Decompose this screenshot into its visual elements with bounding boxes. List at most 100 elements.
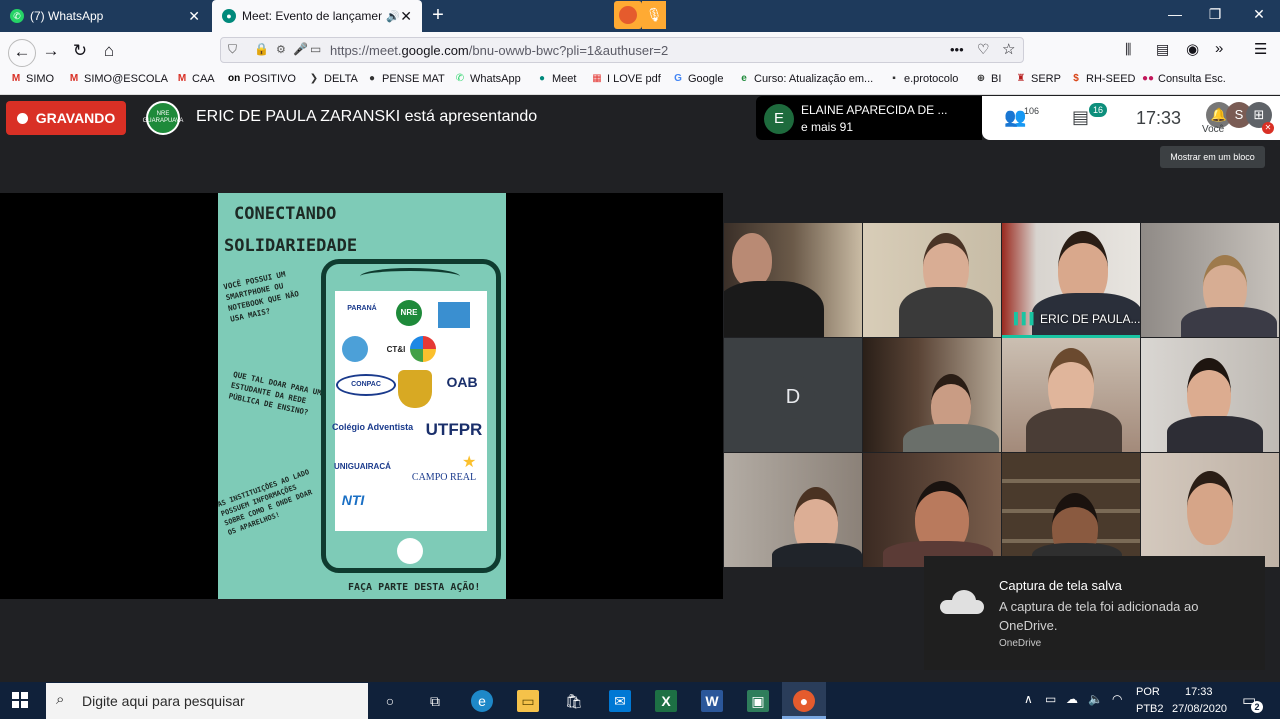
bookmark-item[interactable]: $ RH-SEED [1070,73,1135,85]
home-button[interactable]: ⌂ [98,40,120,62]
logo-utfpr: UTFPR [425,420,483,439]
toast-source: OneDrive [999,638,1042,649]
lock-icon[interactable]: 🔒 [254,42,269,56]
mic-muted-icon: ✕ [1262,122,1274,134]
participant-body [724,281,824,337]
reload-button[interactable]: ↻ [69,40,91,62]
bookmark-item[interactable]: ❯ DELTA [308,73,358,85]
tooltip: Mostrar em um bloco [1160,146,1265,168]
bookmark-item[interactable]: ●● Consulta Esc. [1142,73,1226,85]
tab-whatsapp[interactable]: ✆ (7) WhatsApp ✕ [0,0,210,32]
taskbar-date[interactable]: 27/08/2020 [1172,703,1227,715]
bookmark-star-icon[interactable]: ☆ [1002,40,1015,58]
logo-uniguairaca: UNIGUAIRACÁ [334,462,391,471]
bookmark-item[interactable]: ♜ SERP [1015,73,1061,85]
logo-colegio-adventista: Colégio Adventista [332,422,414,432]
bookmark-item[interactable]: e Curso: Atualização em... [738,73,873,85]
globe-icon: ⊕ [976,73,986,84]
mail-icon[interactable]: ✉ [609,690,631,712]
participant-tile[interactable] [863,223,1001,337]
participant-tile[interactable] [1002,453,1140,567]
app-icon[interactable]: ▣ [747,690,769,712]
close-tab-icon[interactable]: ✕ [188,8,200,25]
new-tab-button[interactable]: + [428,4,448,27]
participant-tile[interactable] [863,338,1001,452]
windows-start-icon[interactable] [12,692,28,708]
forward-button[interactable]: → [40,40,62,62]
excel-icon[interactable]: X [655,690,677,712]
library-icon[interactable]: ⫼ [1125,41,1131,58]
store-icon[interactable]: 🛍 [563,690,585,712]
overflow-icon[interactable]: » [1215,40,1223,57]
input-layout[interactable]: PTB2 [1136,703,1164,715]
account-icon[interactable]: ◉ [1186,40,1199,58]
participant-tile[interactable] [1002,338,1140,452]
microphone-permission-icon[interactable]: 🎤 [293,42,308,56]
bookmark-item[interactable]: M CAA [176,73,215,85]
permissions-icon[interactable]: ⚙ [276,43,286,56]
active-speaker-indicator [1002,335,1140,338]
page-actions-icon[interactable]: ••• [950,42,964,57]
logo-nti: NTI [341,492,365,508]
back-button[interactable]: ← [8,39,36,67]
toast-message: A captura de tela foi adicionada ao OneD… [999,599,1199,633]
bookmark-item[interactable]: ▦ I LOVE pdf [591,73,661,85]
pocket-icon[interactable]: ♡ [977,41,990,58]
file-explorer-icon[interactable]: ▭ [517,690,539,712]
speaker-icon[interactable]: 🔊 [386,10,400,23]
input-language[interactable]: POR [1136,686,1160,698]
bookmark-item[interactable]: ● PENSE MAT [366,73,445,85]
bookmark-item[interactable]: ● Meet [536,73,577,85]
notification-badge: 2 [1251,701,1263,713]
participant-tile[interactable] [724,453,862,567]
onedrive-tray-icon[interactable]: ☁ [1066,692,1078,706]
nre-logo-text: NRE GUARAPUAVA [142,111,184,124]
participant-tile[interactable] [1141,338,1279,452]
restore-window-icon[interactable]: ❐ [1200,6,1230,23]
bookmark-item[interactable]: M SIMO [10,73,54,85]
participant-tile[interactable] [1141,453,1279,567]
microphone-indicator-icon[interactable]: 🎙 [642,1,666,29]
chat-icon[interactable]: ▤ [1072,107,1089,128]
bookmark-label: Google [688,73,724,85]
participant-tile[interactable] [724,223,862,337]
bookmark-item[interactable]: on POSITIVO [228,73,296,85]
taskbar-time[interactable]: 17:33 [1185,686,1213,698]
battery-icon[interactable]: ▭ [1045,692,1056,706]
volume-icon[interactable]: 🔈 [1088,692,1103,706]
bookmark-item[interactable]: ✆ WhatsApp [454,73,521,85]
logo-oab: OAB [446,374,478,390]
bookmark-item[interactable]: ⊕ BI [975,73,1002,85]
logo-city [438,302,470,328]
recording-indicator[interactable]: GRAVANDO [6,101,126,135]
avatar: D [771,375,815,419]
logo-fish [342,336,368,362]
cortana-icon[interactable]: ○ [379,690,401,712]
participant-tile[interactable] [1141,223,1279,337]
close-tab-icon[interactable]: ✕ [400,8,412,25]
sidebar-icon[interactable]: ▤ [1156,41,1169,58]
wifi-icon[interactable]: ◠ [1112,692,1122,706]
participant-body [903,424,999,452]
word-icon[interactable]: W [701,690,723,712]
edge-icon[interactable]: e [471,690,493,712]
close-window-icon[interactable]: ✕ [1244,6,1274,23]
bookmark-item[interactable]: M SIMO@ESCOLA [68,73,168,85]
search-icon: ⌕ [56,691,65,708]
minimize-window-icon[interactable]: — [1160,6,1190,22]
tray-expand-icon[interactable]: ∧ [1024,692,1033,706]
participant-tile[interactable] [863,453,1001,567]
menu-icon[interactable]: ☰ [1254,40,1267,58]
tab-meet[interactable]: ● Meet: Evento de lançament 🔊 ✕ [212,0,422,32]
shield-icon[interactable]: ⛉ [228,42,237,57]
toast-title: Captura de tela salva [999,578,1122,593]
serp-icon: ♜ [1016,73,1026,84]
logo-conpac: CONPAC [336,374,396,396]
bookmark-item[interactable]: ▪ e.protocolo [888,73,958,85]
task-view-icon[interactable]: ⧉ [424,690,446,712]
bookmark-item[interactable]: G Google [672,73,723,85]
logo-ctei-flower [410,336,436,362]
participant-body [1181,307,1277,337]
firefox-icon[interactable]: ● [793,690,815,712]
screen-share-icon[interactable]: ▭ [310,42,321,56]
